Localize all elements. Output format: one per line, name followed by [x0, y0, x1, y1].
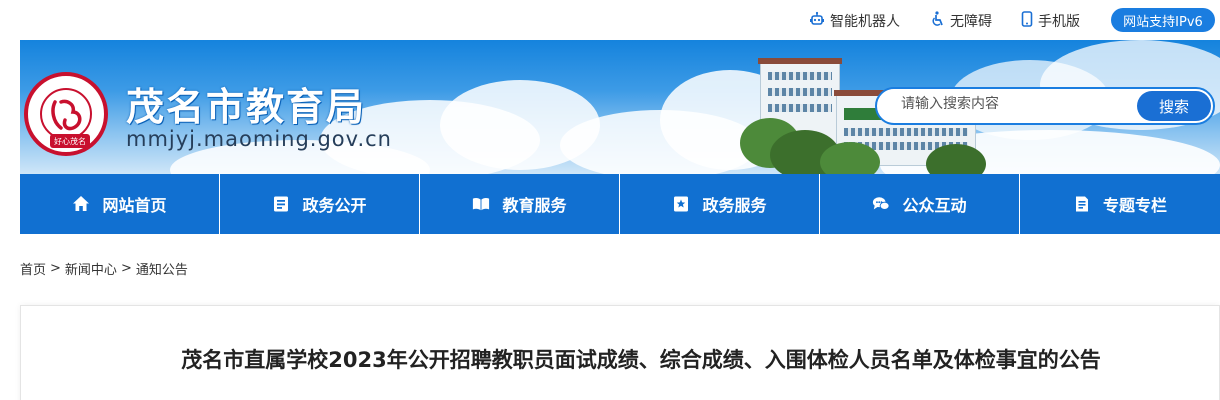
main-nav: 网站首页 政务公开 教育服务 政务服务 公众互动 专题专栏 — [20, 174, 1220, 234]
accessibility-link[interactable]: 无障碍 — [931, 11, 992, 31]
breadcrumb: 首页 > 新闻中心 > 通知公告 — [20, 259, 188, 278]
robot-link[interactable]: 智能机器人 — [809, 11, 900, 31]
article-title: 茂名市直属学校2023年公开招聘教职员面试成绩、综合成绩、入围体检人员名单及体检… — [181, 348, 1101, 372]
document-icon — [1073, 195, 1091, 213]
nav-item-home[interactable]: 网站首页 — [20, 174, 220, 234]
breadcrumb-notices[interactable]: 通知公告 — [136, 259, 188, 278]
site-logo[interactable]: 好心茂名 — [24, 72, 108, 156]
accessibility-label: 无障碍 — [950, 14, 992, 30]
robot-icon — [809, 11, 825, 31]
mobile-label: 手机版 — [1038, 14, 1080, 30]
site-domain: mmjyj.maoming.gov.cn — [126, 127, 392, 151]
breadcrumb-separator: > — [50, 261, 61, 276]
nav-item-label: 教育服务 — [502, 196, 567, 215]
search-button[interactable]: 搜索 — [1137, 91, 1211, 121]
accessibility-icon — [931, 11, 945, 31]
logo-tag: 好心茂名 — [50, 134, 90, 148]
nav-item-label: 公众互动 — [902, 196, 967, 215]
nav-item-label: 政务服务 — [702, 196, 767, 215]
nav-item-edu-service[interactable]: 教育服务 — [420, 174, 620, 234]
home-icon — [72, 195, 90, 213]
logo-heart-glyph — [51, 99, 82, 131]
book-icon — [472, 195, 490, 213]
chat-icon — [872, 195, 891, 213]
star-bookmark-icon — [672, 195, 690, 213]
nav-item-special-topics[interactable]: 专题专栏 — [1020, 174, 1220, 234]
article-container: 茂名市直属学校2023年公开招聘教职员面试成绩、综合成绩、入围体检人员名单及体检… — [20, 305, 1220, 400]
breadcrumb-home[interactable]: 首页 — [20, 259, 46, 278]
notebook-icon — [272, 195, 290, 213]
nav-item-gov-info[interactable]: 政务公开 — [220, 174, 420, 234]
nav-item-label: 政务公开 — [302, 196, 367, 215]
top-utility-bar: 智能机器人 无障碍 手机版 网站支持IPv6 — [0, 0, 1220, 40]
search-input[interactable] — [901, 91, 1131, 117]
breadcrumb-news-center[interactable]: 新闻中心 — [65, 259, 117, 278]
nav-item-gov-service[interactable]: 政务服务 — [620, 174, 820, 234]
breadcrumb-separator: > — [120, 261, 132, 276]
site-title: 茂名市教育局 — [126, 85, 367, 129]
robot-label: 智能机器人 — [830, 14, 900, 30]
nav-item-label: 网站首页 — [102, 196, 167, 215]
nav-item-interaction[interactable]: 公众互动 — [820, 174, 1020, 234]
ipv6-badge: 网站支持IPv6 — [1111, 8, 1215, 32]
mobile-icon — [1021, 11, 1033, 31]
nav-item-label: 专题专栏 — [1102, 196, 1167, 215]
mobile-link[interactable]: 手机版 — [1021, 11, 1080, 31]
